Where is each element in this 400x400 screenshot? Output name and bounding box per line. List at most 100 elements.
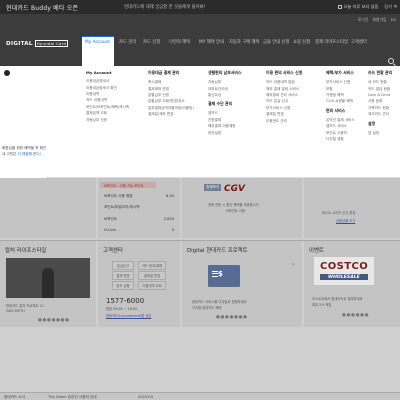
menu-item[interactable]: 결제일/계좌 변경 [148,111,194,117]
notice-controls: 오늘 하루 보지 않음 닫기 ✕ [338,4,398,10]
cs-title: 고객센터 [103,248,123,254]
cs-app-link[interactable]: 현대카드(hyundaicard)앱 상담 [106,313,151,318]
menu-heading: 혜택/부가 서비스 [326,70,354,75]
points-row-3: H-Coin 0 [104,228,174,232]
site-logo[interactable]: DIGITAL Hyundai Card [6,40,69,47]
menu-heading: 결제 수단 관리 [208,101,233,107]
points-value: 8.30 [165,194,174,198]
menu-heading: 설정 [368,120,376,126]
points-row-2: M포인트 2,834 [104,217,174,222]
notice-brand[interactable]: 현대카드 Buddy 베타 오픈 [6,3,78,12]
concert-image[interactable] [6,258,90,298]
cs-quick-button[interactable]: 이용내역 조회 [138,281,166,290]
menu-item[interactable]: 앱 설정 [368,130,392,136]
nav-label: 카드 신청 [143,40,161,45]
logo-sub: Hyundai Card [34,40,69,47]
logo-text: DIGITAL [6,41,33,47]
digital-card[interactable]: Digital 현대카드 프로젝트 $ 현대카드 서비스를 디지털로 경험하세요… [182,241,302,327]
ticker-date: 2023.03 [138,395,153,399]
menu-item[interactable]: 해외 결제 알림 서비스 [266,86,302,92]
menu-heading: 카드 현황 관리 [368,70,393,75]
cgv-badge[interactable]: 전체보기 [204,184,222,191]
menu-item[interactable]: 이용한도 관리 [266,118,302,124]
menu-item[interactable]: 보안설정 [208,130,242,136]
next-arrow-icon[interactable]: › [292,261,294,268]
side-promo: 회원님을 위한 혜택을 꼭 확인하세요 내 고민은 이 해결해 준다! [0,66,56,178]
cgv-card[interactable]: CGV 전체보기 영화 관람 시 할인 혜택을 제공합니다 M포인트 사용 [182,178,302,238]
digital-card-image[interactable]: $ [208,265,240,287]
finance-card[interactable]: 퍼스트 시리즈 신규 론칭 금융상품 보기 [304,178,400,238]
nav-label: 카드 관리 [119,40,137,45]
event-card[interactable]: 이벤트 COSTCO WHOLESALE 코스트코에서 현대카드로 결제하세요 … [304,241,400,327]
left-card-top [0,178,96,238]
finance-line: 퍼스트 시리즈 신규 론칭 [322,211,356,215]
nav-label: 금융 안내 신청 [263,40,290,45]
dimmed-content: M포인트 - 사용 가능 포인트 M포인트 사용 예정 8.30 포인트/마일리지… [0,178,400,400]
points-label: H-Coin [104,228,116,232]
side-promo-line2b[interactable]: 이 해결해 준다! [18,152,42,156]
menu-col-convenience: 이용 편의 서비스 신청 카드 이용내역 알림 해외 결제 알림 서비스 해외결… [266,70,302,124]
points-row-0: M포인트 사용 예정 8.30 [104,194,174,199]
nav-label: 자동차 구매 혜택 [229,40,260,45]
points-value: 2,834 [163,217,174,221]
cs-phone[interactable]: 1577-6000 [106,297,144,305]
menu-item[interactable]: 체크카드 관리 [368,111,392,117]
concert-caption1: 현대카드 컬처 프로젝트 23 [6,304,44,308]
cs-quick-button[interactable]: 한도 상향 [112,281,134,290]
costco-banner[interactable]: COSTCO WHOLESALE [314,257,374,285]
bell-icon[interactable] [4,70,10,76]
search-icon[interactable] [388,58,394,64]
points-row-1: 포인트/마일리지/캐시백 [104,205,174,210]
costco-bar: WHOLESALE [320,274,368,280]
dont-show-label[interactable]: 오늘 하루 보지 않음 [344,4,379,9]
nav-label: MY 혜택 안내 [199,40,224,45]
cs-quick-button[interactable]: 결제일 변경 [138,271,166,280]
digital-title: Digital 현대카드 프로젝트 [187,248,248,254]
event-carousel-dots[interactable]: ●●●●●● [342,313,369,318]
utility-links: 로그인 회원가입 EN [355,17,396,23]
concert-carousel-dots[interactable]: ●●●●●●● [38,318,70,323]
menu-item[interactable]: 디지털 생활 [326,136,355,142]
signup-link[interactable]: 회원가입 [373,17,387,22]
nav-label: 결제 라이프스타일 [315,40,348,45]
costco-logo: COSTCO [320,261,369,272]
close-notice-button[interactable]: 닫기 [384,4,392,9]
nav-label: 고객센터 [351,40,367,45]
concert-card[interactable]: 컬처 라이프스타일 현대카드 컬처 프로젝트 23 SAM SMITH ●●●●… [0,241,96,327]
digital-carousel-dots[interactable]: ●●●●●●● [216,315,248,320]
menu-col-card: 카드 현황 관리 내 카드 현황 카드 발급 현황 Lock & Limit 사… [368,70,392,136]
cgv-caption1: 영화 관람 시 할인 혜택을 제공합니다 [208,203,259,207]
menu-item[interactable]: 카드 발급 현황 [368,86,392,92]
nav-label: 쇼핑 신청 [293,40,311,45]
digital-caption2: 디지털 현대카드 혜택 [192,306,222,310]
ticker-text[interactable]: The Green 온라인 사용처 안내 [48,395,97,400]
nav-label: My Account [85,40,110,45]
digital-caption1: 현대카드 서비스를 디지털로 경험하세요 [192,300,247,304]
cgv-logo: CGV [224,184,245,194]
menu-heading: 이용대금 결제 관리 [148,70,180,75]
news-ticker: 현대카드 소식 The Green 온라인 사용처 안내 2023.03 [0,392,400,400]
menu-item[interactable]: 자동납부 신청 [86,117,129,123]
cs-quick-button[interactable]: 결제 변경 [112,271,134,280]
finance-link[interactable]: 금융상품 보기 [336,218,355,223]
points-label: 포인트/마일리지/캐시백 [104,205,140,209]
login-link[interactable]: 로그인 [358,17,368,22]
menu-heading: 이용 편의 서비스 신청 [266,70,303,75]
points-label: M포인트 사용 예정 [104,194,133,198]
event-title: 이벤트 [309,248,324,254]
menu-col-living: 생활편의 납부서비스 자동납부 아파트관리비 통신요금 결제 수단 관리 앱카드… [208,70,242,136]
language-link[interactable]: EN [391,17,396,22]
cs-quick-button[interactable]: 카드 정지/해제 [138,261,166,270]
cs-quick-button[interactable]: 분실신고 [112,261,134,270]
notice-text: 현대카드에 대해 궁금할 한 것들에게 물어봐! [124,5,206,10]
event-caption2: 최대 5% 적립 [312,303,332,307]
close-icon[interactable]: ✕ [393,4,397,10]
dont-show-checkbox[interactable] [338,4,342,9]
menu-item[interactable]: CLIX 쇼핑몰 혜택 [326,98,355,104]
concert-title: 컬처 라이프스타일 [5,248,47,254]
top-notice-bar: 현대카드 Buddy 베타 오픈 현대카드에 대해 궁금할 한 것들에게 물어봐… [0,0,400,14]
menu-heading: 생활편의 납부서비스 [208,70,242,75]
points-value: 0 [171,228,174,232]
menu-heading: 편의 서비스 [326,107,346,113]
cgv-caption2: M포인트 사용 [226,209,246,213]
